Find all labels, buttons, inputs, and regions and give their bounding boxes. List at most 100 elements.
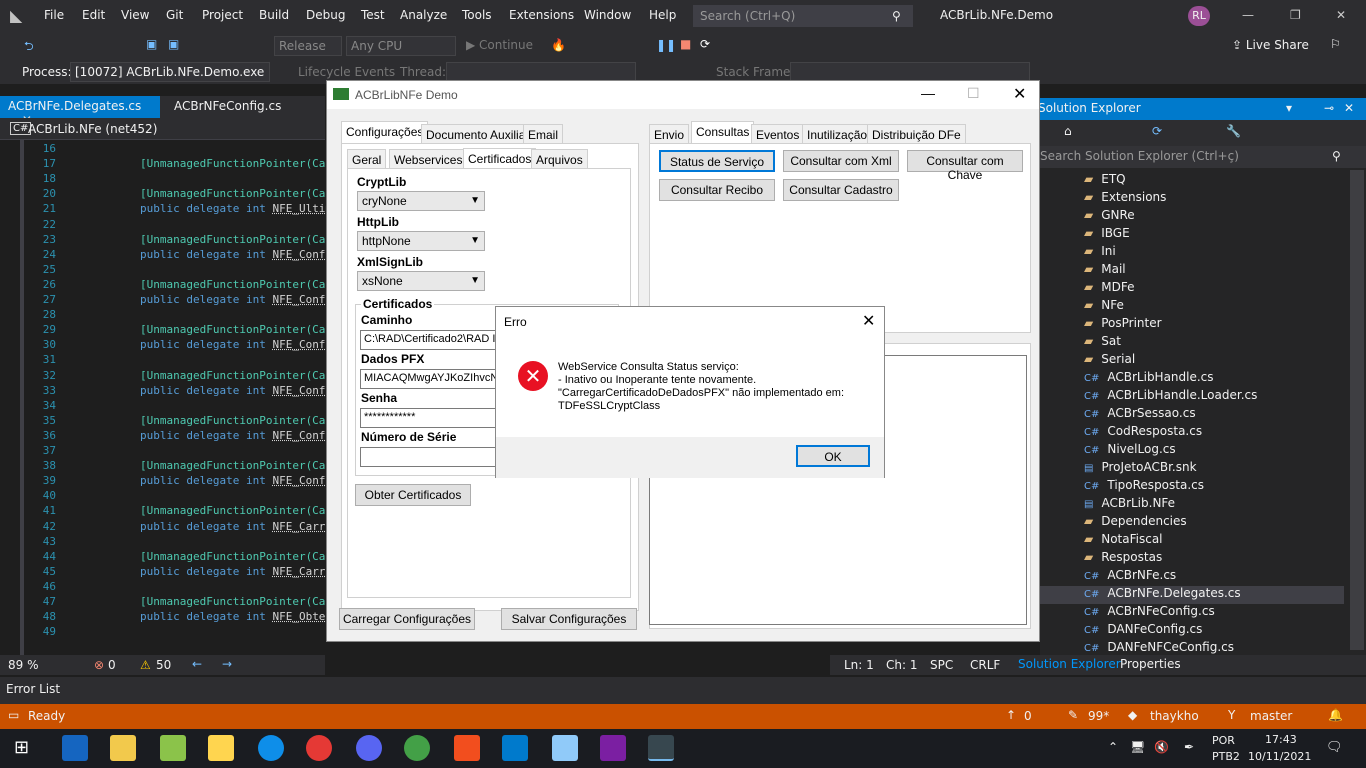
tab-properties[interactable]: Properties [1120,657,1181,671]
continue-button[interactable]: ▶ Continue [466,38,533,52]
lifecycle-events[interactable]: Lifecycle Events [298,65,395,79]
code-editor[interactable]: 1617[UnmanagedFunctionPointer(Calpublic … [0,140,524,655]
tab-documento-auxiliar[interactable]: Documento Auxiliar [421,124,535,144]
solution-item[interactable]: C# DANFeConfig.cs [1084,622,1202,640]
tab-webservices[interactable]: Webservices [389,149,468,169]
process-dropdown[interactable]: [10072] ACBrLib.NFe.Demo.exe [70,62,270,82]
save-all-icon[interactable]: ▣ [168,37,179,51]
code-line[interactable]: public delegate int NFE_Carre [140,565,332,578]
chrome-icon[interactable] [306,735,332,761]
repo-name[interactable]: thaykho [1150,709,1199,723]
language-indicator[interactable]: POR [1212,734,1235,747]
carregar-configuracoes-button[interactable]: Carregar Configurações [339,608,475,630]
solution-item[interactable]: C# ACBrNFe.cs [1084,568,1176,586]
consultar-xml-button[interactable]: Consultar com Xml [783,150,899,172]
minimize-icon[interactable]: — [1242,8,1254,22]
solution-item[interactable]: C# ACBrLibHandle.Loader.cs [1084,388,1257,406]
code-line[interactable]: [UnmanagedFunctionPointer(Cal [140,504,332,517]
close-icon[interactable]: ✕ [1336,8,1346,22]
solution-item[interactable]: ▰ NFe [1084,298,1124,316]
menu-help[interactable]: Help [649,8,676,22]
keyboard-layout[interactable]: PTB2 [1212,750,1240,763]
ok-button[interactable]: OK [796,445,870,467]
tab-email[interactable]: Email [523,124,564,144]
code-line[interactable]: public delegate int NFE_Confi [140,338,332,351]
consultar-recibo-button[interactable]: Consultar Recibo [659,179,775,201]
edit-icon[interactable]: ✎ [1068,708,1078,722]
teamviewer-icon[interactable] [258,735,284,761]
file-explorer-icon[interactable] [110,735,136,761]
code-line[interactable]: [UnmanagedFunctionPointer(Cal [140,278,332,291]
menu-project[interactable]: Project [202,8,243,22]
menu-build[interactable]: Build [259,8,289,22]
menu-window[interactable]: Window [584,8,631,22]
tab-inutilizacao[interactable]: Inutilização [802,124,873,144]
nav-forward-icon[interactable]: → [222,657,232,671]
code-line[interactable]: [UnmanagedFunctionPointer(Cal [140,595,332,608]
volume-icon[interactable]: 🔇 [1154,740,1169,754]
xmlsignlib-select[interactable]: xsNone ▼ [357,271,485,291]
vscode-icon[interactable] [502,735,528,761]
branch-name[interactable]: master [1250,709,1292,723]
config-dropdown[interactable]: Release [274,36,342,56]
warning-icon[interactable]: ⚠ [140,658,151,672]
hot-reload-icon[interactable]: 🔥 [551,38,566,52]
solution-item[interactable]: ▰ NotaFiscal [1084,532,1163,550]
menu-git[interactable]: Git [166,8,183,22]
solution-item[interactable]: ▰ GNRe [1084,208,1135,226]
publish-icon[interactable]: ↑ [1006,708,1016,722]
line-ending[interactable]: CRLF [970,658,1000,672]
solution-item[interactable]: ▰ Extensions [1084,190,1166,208]
code-line[interactable]: [UnmanagedFunctionPointer(Cal [140,414,332,427]
menu-debug[interactable]: Debug [306,8,345,22]
restart-icon[interactable]: ⟳ [700,37,710,51]
search-icon[interactable]: ⚲ [1332,149,1341,163]
visual-studio-icon[interactable] [600,735,626,761]
restore-icon[interactable]: ❐ [1290,8,1301,22]
solution-item[interactable]: ▰ PosPrinter [1084,316,1162,334]
solution-item[interactable]: ▰ Ini [1084,244,1116,262]
live-share-icon[interactable]: ⇪ Live Share [1232,38,1309,52]
tools-app-icon[interactable] [208,735,234,761]
code-line[interactable]: public delegate int NFE_Ultim [140,202,332,215]
code-line[interactable]: [UnmanagedFunctionPointer(Cal [140,369,332,382]
dropdown-icon[interactable]: ▾ [1286,101,1292,115]
solution-item[interactable]: ▰ Serial [1084,352,1135,370]
tab-arquivos[interactable]: Arquivos [531,149,588,169]
solution-item[interactable]: C# TipoResposta.cs [1084,478,1204,496]
menu-view[interactable]: View [121,8,149,22]
notepadpp-icon[interactable] [160,735,186,761]
branch-icon[interactable]: Y [1228,708,1235,722]
spacing[interactable]: SPC [930,658,953,672]
tab-solution-explorer[interactable]: Solution Explorer [1018,657,1121,671]
zoom-level[interactable]: 89 % [8,658,39,672]
code-line[interactable]: [UnmanagedFunctionPointer(Cal [140,550,332,563]
tab-eventos[interactable]: Eventos [751,124,805,144]
menu-edit[interactable]: Edit [82,8,105,22]
chrome-icon-2[interactable] [404,735,430,761]
rad-app-icon[interactable] [62,735,88,761]
windows-start-icon[interactable]: ⊞ [14,737,29,758]
tab-distribuicao-dfe[interactable]: Distribuição DFe [867,124,966,144]
solution-item[interactable]: C# ACBrSessao.cs [1084,406,1196,424]
nav-back-icon[interactable]: ← [192,657,202,671]
tab-envio[interactable]: Envio [649,124,690,144]
platform-dropdown[interactable]: Any CPU [346,36,456,56]
stop-icon[interactable]: ■ [680,37,691,51]
close-icon[interactable]: ✕ [862,311,875,331]
obter-certificados-button[interactable]: Obter Certificados [355,484,471,506]
error-list-tab[interactable]: Error List [0,677,1366,704]
code-line[interactable]: public delegate int NFE_Confi [140,474,332,487]
pause-icon[interactable]: ❚❚ [656,38,676,52]
solution-item[interactable]: ▰ Mail [1084,262,1126,280]
repo-icon[interactable]: ◆ [1128,708,1137,722]
home-icon[interactable]: ⌂ [1064,124,1072,138]
close-icon[interactable]: ✕ [1344,101,1354,115]
menu-extensions[interactable]: Extensions [509,8,574,22]
save-icon[interactable]: ▣ [146,37,157,51]
se-search-input[interactable]: Search Solution Explorer (Ctrl+ç) ⚲ [1040,146,1366,168]
feedback-icon[interactable]: ⚐ [1330,37,1341,51]
avatar[interactable]: RL [1188,6,1210,26]
code-line[interactable]: [UnmanagedFunctionPointer(Cal [140,323,332,336]
error-icon[interactable]: ⊗ [94,658,104,672]
